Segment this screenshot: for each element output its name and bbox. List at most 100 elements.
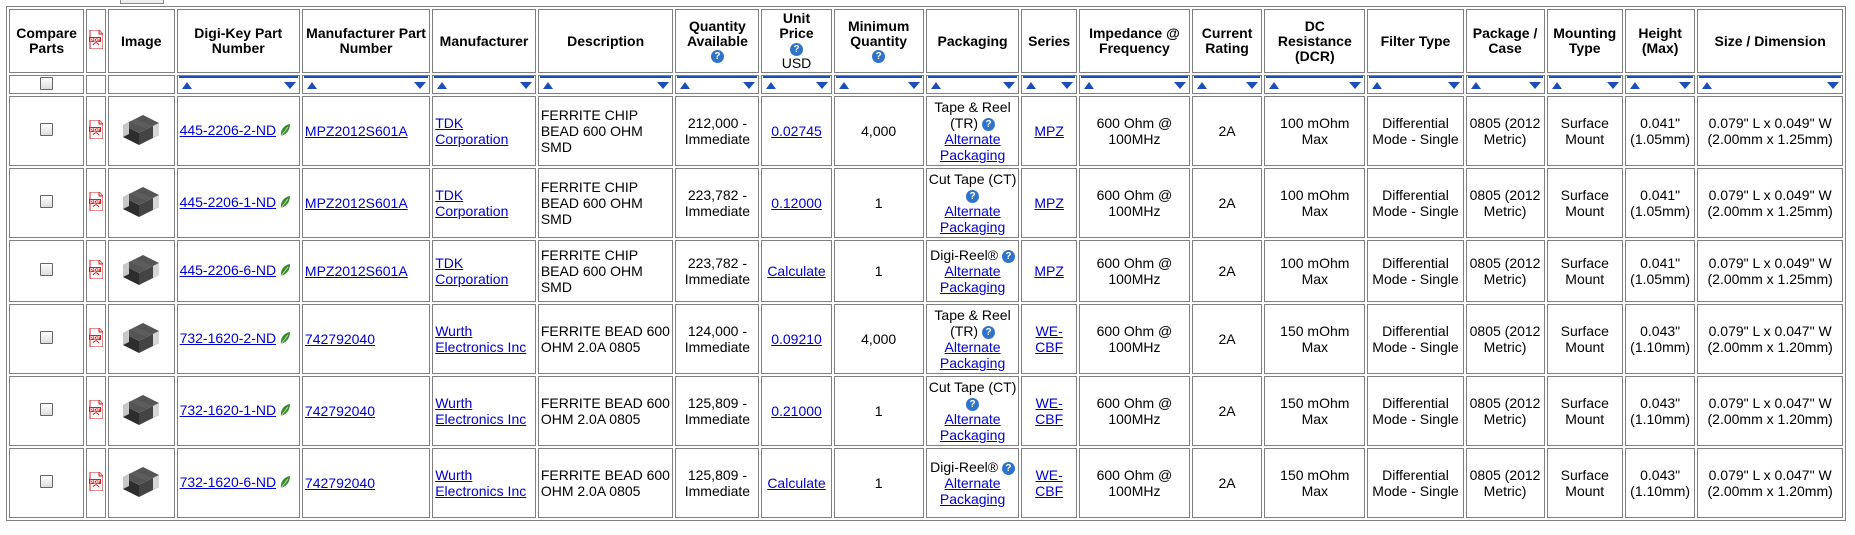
manufacturer-link[interactable]: Wurth Electronics Inc bbox=[435, 323, 526, 355]
sort-ascending-icon[interactable] bbox=[1372, 82, 1383, 89]
help-icon[interactable]: ? bbox=[1001, 249, 1015, 263]
alternate-packaging-link[interactable]: Alternate Packaging bbox=[940, 131, 1005, 163]
pdf-datasheet-icon[interactable]: PDF bbox=[89, 191, 104, 212]
sort-descending-icon[interactable] bbox=[519, 82, 532, 89]
digikey-part-link[interactable]: 445-2206-2-ND bbox=[180, 122, 277, 138]
sort-ascending-icon[interactable] bbox=[181, 82, 192, 89]
alternate-packaging-link[interactable]: Alternate Packaging bbox=[940, 263, 1005, 295]
sort-descending-icon[interactable] bbox=[743, 82, 756, 89]
compare-checkbox[interactable] bbox=[40, 403, 54, 416]
sort-descending-icon[interactable] bbox=[1827, 82, 1839, 89]
sort-ascending-icon[interactable] bbox=[542, 82, 553, 89]
mfr-part-link[interactable]: MPZ2012S601A bbox=[305, 123, 408, 139]
sort-descending-icon[interactable] bbox=[1173, 82, 1186, 89]
series-link[interactable]: MPZ bbox=[1034, 195, 1064, 211]
help-icon[interactable]: ? bbox=[1001, 461, 1015, 475]
help-icon[interactable]: ? bbox=[790, 42, 803, 56]
sort-ascending-icon[interactable] bbox=[930, 82, 941, 89]
mfr-part-link[interactable]: 742792040 bbox=[305, 475, 375, 491]
mfr-part-link[interactable]: 742792040 bbox=[305, 331, 375, 347]
manufacturer-link[interactable]: Wurth Electronics Inc bbox=[435, 395, 526, 427]
help-icon[interactable]: ? bbox=[966, 397, 980, 411]
compare-checkbox[interactable] bbox=[40, 195, 54, 208]
digikey-part-link[interactable]: 445-2206-6-ND bbox=[180, 262, 277, 278]
sort-descending-icon[interactable] bbox=[815, 82, 828, 89]
sort-ascending-icon[interactable] bbox=[1470, 82, 1481, 89]
sort-descending-icon[interactable] bbox=[1447, 82, 1460, 89]
pdf-datasheet-icon[interactable]: PDF bbox=[89, 259, 104, 280]
sort-descending-icon[interactable] bbox=[414, 82, 427, 89]
digikey-part-link[interactable]: 732-1620-6-ND bbox=[180, 474, 277, 490]
sort-ascending-icon[interactable] bbox=[1269, 82, 1280, 89]
unit-price-link[interactable]: 0.12000 bbox=[771, 195, 822, 211]
sort-ascending-icon[interactable] bbox=[1026, 82, 1037, 89]
manufacturer-link[interactable]: TDK Corporation bbox=[435, 187, 508, 219]
alternate-packaging-link[interactable]: Alternate Packaging bbox=[940, 475, 1005, 507]
alternate-packaging-link[interactable]: Alternate Packaging bbox=[940, 339, 1005, 371]
sort-ascending-icon[interactable] bbox=[766, 82, 777, 89]
alternate-packaging-link[interactable]: Alternate Packaging bbox=[940, 203, 1005, 235]
sort-ascending-icon[interactable] bbox=[1629, 82, 1640, 89]
sort-descending-icon[interactable] bbox=[1606, 82, 1619, 89]
manufacturer-link[interactable]: TDK Corporation bbox=[435, 255, 508, 287]
product-thumbnail[interactable] bbox=[119, 319, 163, 360]
digikey-part-link[interactable]: 445-2206-1-ND bbox=[180, 194, 277, 210]
unit-price-link[interactable]: Calculate bbox=[767, 475, 825, 491]
series-link[interactable]: WE-CBF bbox=[1035, 467, 1063, 499]
series-link[interactable]: WE-CBF bbox=[1035, 395, 1063, 427]
compare-checkbox[interactable] bbox=[40, 475, 54, 488]
compare-checkbox[interactable] bbox=[40, 263, 54, 276]
sort-descending-icon[interactable] bbox=[1349, 82, 1362, 89]
unit-price-link[interactable]: 0.02745 bbox=[771, 123, 822, 139]
sort-descending-icon[interactable] bbox=[1060, 82, 1073, 89]
help-icon[interactable]: ? bbox=[982, 325, 995, 339]
sort-descending-icon[interactable] bbox=[657, 82, 670, 89]
pdf-datasheet-icon[interactable]: PDF bbox=[89, 119, 104, 140]
help-icon[interactable]: ? bbox=[982, 117, 995, 131]
unit-price-link[interactable]: Calculate bbox=[767, 263, 825, 279]
compare-all-checkbox[interactable] bbox=[40, 76, 54, 90]
product-thumbnail[interactable] bbox=[119, 391, 163, 432]
sort-descending-icon[interactable] bbox=[907, 82, 920, 89]
series-link[interactable]: MPZ bbox=[1034, 263, 1064, 279]
product-thumbnail[interactable] bbox=[119, 463, 163, 504]
filter-type-cell: Differential Mode - Single bbox=[1367, 304, 1464, 374]
product-thumbnail[interactable] bbox=[119, 183, 163, 224]
product-thumbnail[interactable] bbox=[119, 111, 163, 152]
manufacturer-link[interactable]: TDK Corporation bbox=[435, 115, 508, 147]
unit-price-link[interactable]: 0.09210 bbox=[771, 331, 822, 347]
help-icon[interactable]: ? bbox=[710, 50, 724, 64]
product-thumbnail[interactable] bbox=[119, 251, 163, 292]
help-icon[interactable]: ? bbox=[966, 189, 980, 203]
pdf-datasheet-icon[interactable]: PDF bbox=[89, 471, 104, 492]
sort-ascending-icon[interactable] bbox=[437, 82, 448, 89]
mfr-part-link[interactable]: 742792040 bbox=[305, 403, 375, 419]
sort-descending-icon[interactable] bbox=[283, 82, 296, 89]
sort-descending-icon[interactable] bbox=[1528, 82, 1541, 89]
sort-descending-icon[interactable] bbox=[1679, 82, 1692, 89]
sort-descending-icon[interactable] bbox=[1003, 82, 1016, 89]
alternate-packaging-link[interactable]: Alternate Packaging bbox=[940, 411, 1005, 443]
unit-price-link[interactable]: 0.21000 bbox=[771, 403, 822, 419]
sort-ascending-icon[interactable] bbox=[680, 82, 691, 89]
mfr-part-link[interactable]: MPZ2012S601A bbox=[305, 195, 408, 211]
digikey-part-link[interactable]: 732-1620-2-ND bbox=[180, 330, 277, 346]
help-icon[interactable]: ? bbox=[872, 50, 886, 64]
sort-ascending-icon[interactable] bbox=[1196, 82, 1207, 89]
sort-descending-icon[interactable] bbox=[1246, 82, 1259, 89]
sort-ascending-icon[interactable] bbox=[838, 82, 849, 89]
sort-dcr bbox=[1264, 75, 1366, 94]
digikey-part-link[interactable]: 732-1620-1-ND bbox=[180, 402, 277, 418]
manufacturer-link[interactable]: Wurth Electronics Inc bbox=[435, 467, 526, 499]
pdf-datasheet-icon[interactable]: PDF bbox=[89, 399, 104, 420]
compare-checkbox[interactable] bbox=[40, 331, 54, 344]
mfr-part-link[interactable]: MPZ2012S601A bbox=[305, 263, 408, 279]
compare-checkbox[interactable] bbox=[40, 123, 54, 136]
pdf-datasheet-icon[interactable]: PDF bbox=[89, 327, 104, 348]
series-link[interactable]: WE-CBF bbox=[1035, 323, 1063, 355]
sort-ascending-icon[interactable] bbox=[1702, 82, 1713, 89]
sort-ascending-icon[interactable] bbox=[1083, 82, 1094, 89]
sort-ascending-icon[interactable] bbox=[306, 82, 317, 89]
series-link[interactable]: MPZ bbox=[1034, 123, 1064, 139]
sort-ascending-icon[interactable] bbox=[1551, 82, 1562, 89]
